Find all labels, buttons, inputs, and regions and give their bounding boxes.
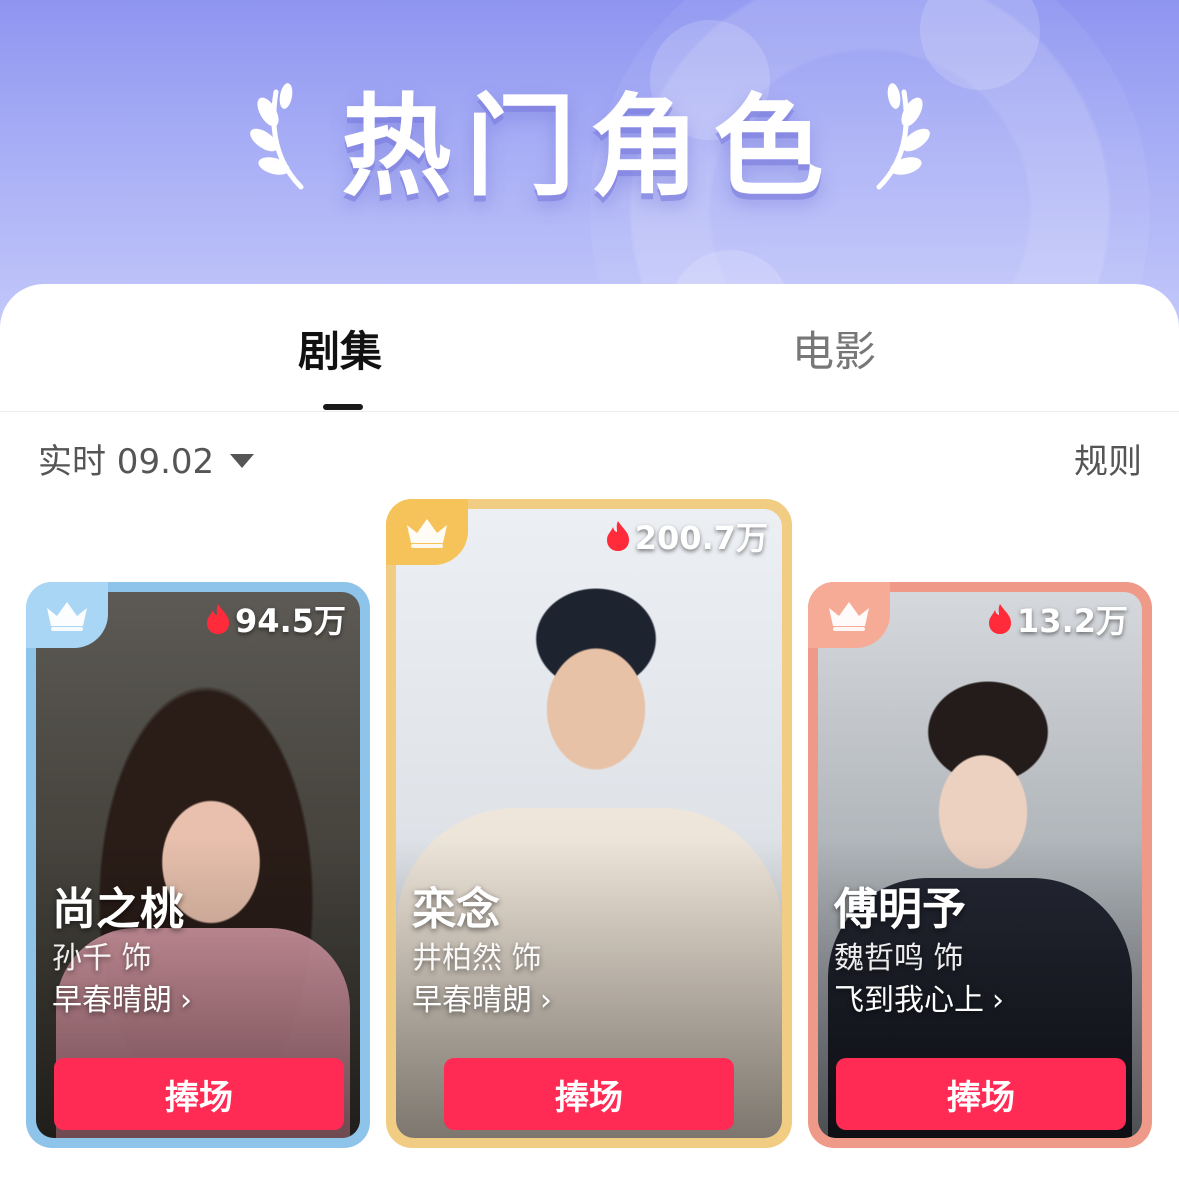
role-name: 傅明予 <box>834 884 966 935</box>
tab-movies[interactable]: 电影 <box>792 318 876 379</box>
role-name: 栾念 <box>412 884 500 935</box>
date-dropdown[interactable]: 实时 09.02 <box>38 434 255 483</box>
actor-name: 孙千 饰 <box>52 941 152 976</box>
header-banner: 热门角色 <box>0 0 1179 330</box>
heat-value: 200.7万 <box>634 519 768 557</box>
support-button[interactable]: 捧场 <box>836 1058 1126 1130</box>
date-label: 实时 09.02 <box>38 442 215 482</box>
flame-icon <box>989 604 1012 634</box>
chevron-right-icon: › <box>540 983 552 1018</box>
tab-bar: 剧集 电影 <box>0 284 1179 412</box>
show-link[interactable]: 飞到我心上 › <box>834 980 1004 1022</box>
role-info: 尚之桃 孙千 饰 早春晴朗 › <box>52 882 192 1022</box>
show-title: 早春晴朗 <box>412 983 532 1018</box>
crown-icon <box>47 602 87 631</box>
chevron-right-icon: › <box>992 983 1004 1018</box>
role-info: 傅明予 魏哲鸣 饰 飞到我心上 › <box>834 882 1004 1022</box>
heat-indicator: 200.7万 <box>605 513 768 559</box>
role-photo <box>36 592 360 1138</box>
actor-name: 魏哲鸣 饰 <box>834 941 964 976</box>
tab-series[interactable]: 剧集 <box>298 318 382 379</box>
actor-name: 井柏然 饰 <box>412 941 542 976</box>
banner-title-text: 热门角色 <box>341 83 838 211</box>
caret-down-icon <box>230 453 255 468</box>
tab-active-indicator <box>323 404 363 410</box>
show-link[interactable]: 早春晴朗 › <box>412 980 552 1022</box>
role-card[interactable]: 13.2万 傅明予 魏哲鸣 饰 飞到我心上 › 捧场 <box>808 582 1152 1148</box>
chevron-right-icon: › <box>180 983 192 1018</box>
crown-icon <box>829 602 869 631</box>
banner-title: 热门角色 <box>0 72 1179 211</box>
heat-value: 94.5万 <box>235 602 346 640</box>
heat-indicator: 13.2万 <box>987 596 1128 642</box>
flame-icon <box>207 604 230 634</box>
support-button[interactable]: 捧场 <box>444 1058 734 1130</box>
rank-badge <box>386 499 468 565</box>
role-photo <box>818 592 1142 1138</box>
role-card[interactable]: 94.5万 尚之桃 孙千 饰 早春晴朗 › 捧场 <box>26 582 370 1148</box>
role-name: 尚之桃 <box>52 884 184 935</box>
laurel-left-icon <box>246 82 316 192</box>
role-photo <box>396 509 782 1138</box>
flame-icon <box>606 521 629 551</box>
heat-indicator: 94.5万 <box>205 596 346 642</box>
rank-badge <box>808 582 890 648</box>
rules-link[interactable]: 规则 <box>1074 434 1142 483</box>
support-button[interactable]: 捧场 <box>54 1058 344 1130</box>
crown-icon <box>407 519 447 548</box>
role-card[interactable]: 200.7万 栾念 井柏然 饰 早春晴朗 › 捧场 <box>386 499 792 1148</box>
rank-badge <box>26 582 108 648</box>
laurel-right-icon <box>864 82 934 192</box>
filter-row: 实时 09.02 规则 <box>38 434 1142 482</box>
role-info: 栾念 井柏然 饰 早春晴朗 › <box>412 882 552 1022</box>
show-title: 飞到我心上 <box>834 983 984 1018</box>
show-link[interactable]: 早春晴朗 › <box>52 980 192 1022</box>
heat-value: 13.2万 <box>1017 602 1128 640</box>
show-title: 早春晴朗 <box>52 983 172 1018</box>
